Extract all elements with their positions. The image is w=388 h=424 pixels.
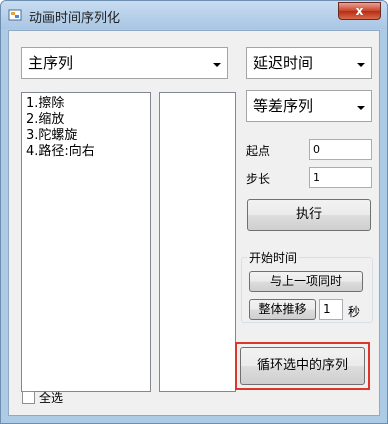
select-all-checkbox[interactable] (22, 391, 35, 404)
chevron-down-icon (357, 63, 365, 67)
animation-list[interactable]: 1.擦除 2.缩放 3.陀螺旋 4.路径:向右 (21, 92, 151, 392)
seconds-unit: 秒 (348, 305, 361, 319)
list-item[interactable]: 3.陀螺旋 (22, 128, 150, 144)
chevron-down-icon (213, 63, 221, 67)
execute-button[interactable]: 执行 (247, 199, 371, 231)
window-title: 动画时间序列化 (29, 11, 121, 26)
delay-dropdown[interactable]: 延迟时间 (246, 47, 372, 79)
with-previous-label: 与上一项同时 (269, 274, 342, 288)
sequence-type-value: 等差序列 (253, 97, 314, 115)
execute-button-label: 执行 (295, 207, 322, 222)
step-input[interactable]: 1 (309, 167, 372, 188)
close-button[interactable]: x (338, 2, 381, 20)
app-icon (8, 9, 22, 21)
chevron-down-icon (357, 106, 365, 110)
main-sequence-value: 主序列 (28, 54, 74, 72)
list-item[interactable]: 1.擦除 (22, 96, 150, 112)
shift-all-button[interactable]: 整体推移 (249, 299, 316, 320)
delay-value: 延迟时间 (253, 54, 314, 72)
shift-all-label: 整体推移 (258, 302, 307, 316)
start-time-legend: 开始时间 (247, 249, 300, 266)
timing-list[interactable] (159, 92, 236, 392)
start-value: 0 (313, 143, 320, 156)
list-item[interactable]: 2.缩放 (22, 112, 150, 128)
shift-seconds-input[interactable]: 1 (319, 299, 343, 320)
loop-selected-label: 循环选中的序列 (256, 358, 348, 373)
with-previous-button[interactable]: 与上一项同时 (249, 271, 363, 292)
step-value: 1 (313, 171, 320, 184)
client-area: 主序列 延迟时间 1.擦除 2.缩放 3.陀螺旋 4.路径:向右 等差序列 起点… (8, 30, 380, 416)
select-all-label: 全选 (39, 391, 64, 405)
loop-selected-button[interactable]: 循环选中的序列 (240, 347, 365, 385)
shift-seconds-value: 1 (323, 302, 331, 316)
app-window: 动画时间序列化 x 主序列 延迟时间 1.擦除 2.缩放 3.陀螺旋 4.路径:… (0, 0, 388, 424)
close-icon: x (355, 4, 364, 18)
sequence-type-dropdown[interactable]: 等差序列 (246, 90, 372, 122)
main-sequence-dropdown[interactable]: 主序列 (21, 47, 228, 79)
start-label: 起点 (246, 144, 271, 158)
start-input[interactable]: 0 (309, 139, 372, 160)
step-label: 步长 (246, 172, 271, 186)
list-item[interactable]: 4.路径:向右 (22, 144, 150, 160)
title-bar[interactable]: 动画时间序列化 x (1, 1, 387, 29)
